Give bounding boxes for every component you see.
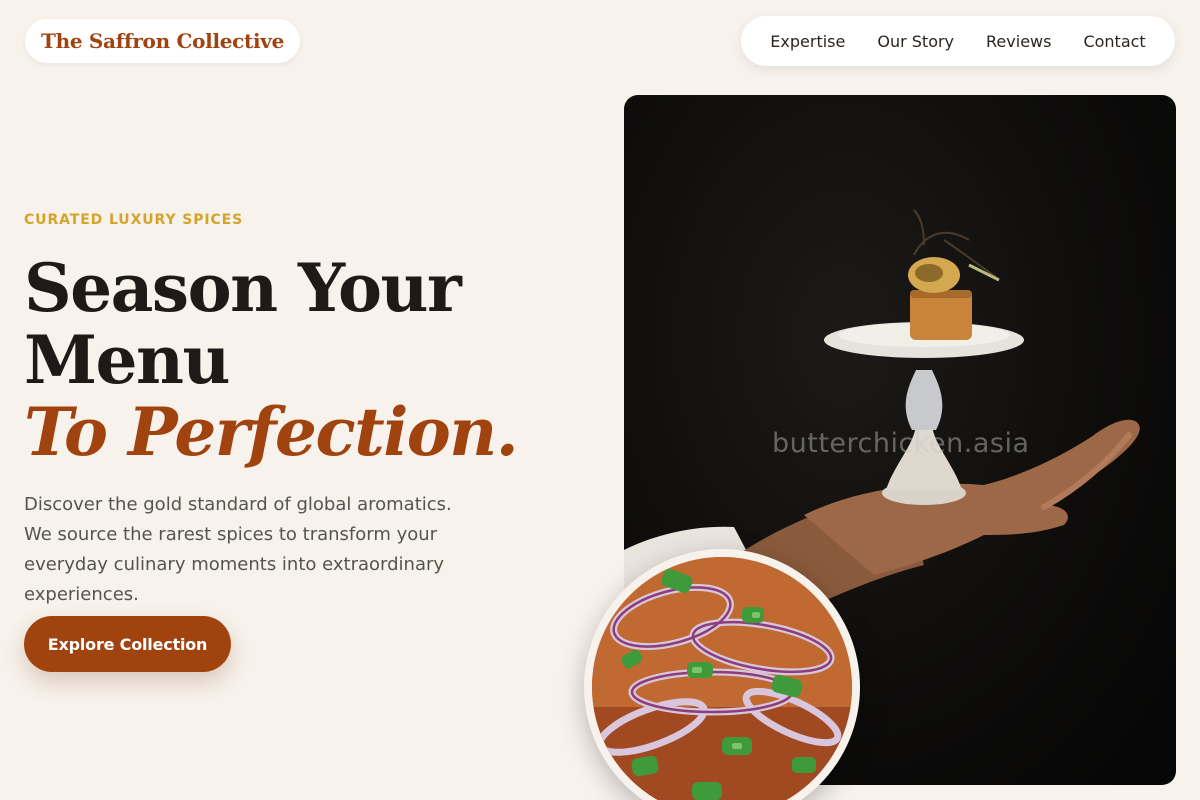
hero-eyebrow: CURATED LUXURY SPICES <box>24 212 244 228</box>
hero-headline: Season Your Menu To Perfection. <box>24 252 544 468</box>
dish-closeup <box>592 557 852 800</box>
onion-scallion-dish-illustration <box>592 557 852 800</box>
main-nav: Expertise Our Story Reviews Contact <box>741 16 1175 66</box>
headline-line-1: Season Your <box>24 249 462 327</box>
image-watermark: butterchicken.asia <box>772 428 1030 459</box>
nav-link-our-story[interactable]: Our Story <box>877 32 954 51</box>
hero-description: Discover the gold standard of global aro… <box>24 494 452 605</box>
nav-link-reviews[interactable]: Reviews <box>986 32 1051 51</box>
brand-name: The Saffron Collective <box>41 29 285 53</box>
nav-link-expertise[interactable]: Expertise <box>770 32 845 51</box>
nav-link-contact[interactable]: Contact <box>1083 32 1145 51</box>
headline-accent: To Perfection. <box>24 393 519 471</box>
explore-collection-button[interactable]: Explore Collection <box>24 616 231 672</box>
headline-line-2: Menu <box>24 321 231 399</box>
brand-logo[interactable]: The Saffron Collective <box>25 19 301 63</box>
